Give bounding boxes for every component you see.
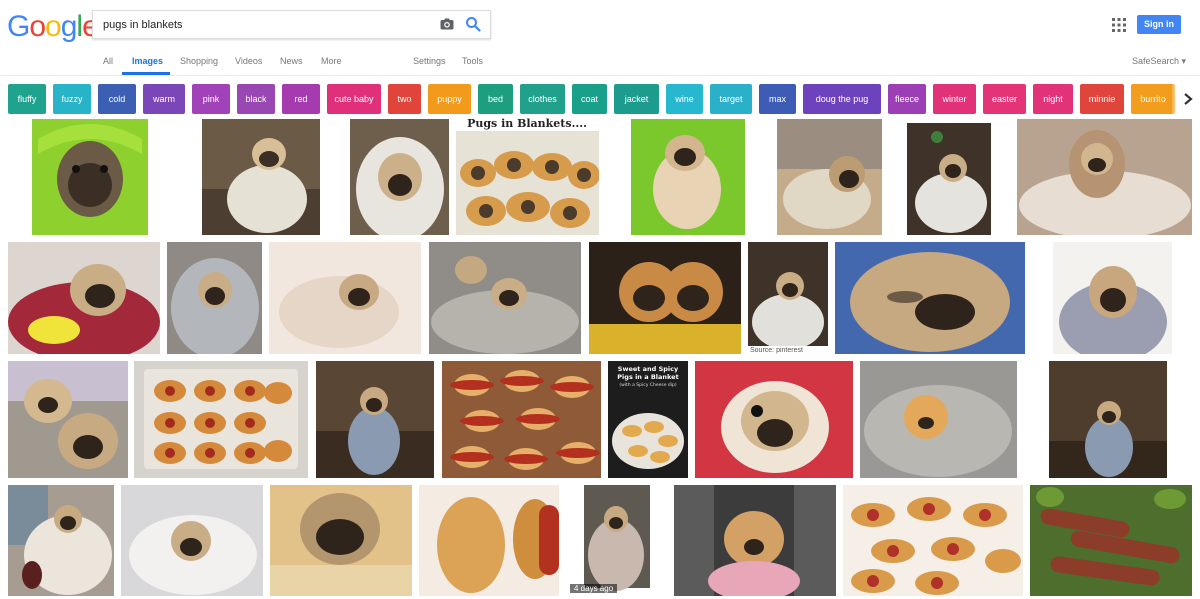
tab-images[interactable]: Images — [132, 56, 163, 66]
chip-fluffy[interactable]: fluffy — [8, 84, 46, 114]
top-header: Google Sign in All Images Shopping Video… — [0, 0, 1200, 76]
svg-text:Sweet and Spicy: Sweet and Spicy — [618, 365, 679, 373]
chip-burrito[interactable]: burrito — [1131, 84, 1175, 114]
chip-two[interactable]: two — [388, 84, 421, 114]
chip-warm[interactable]: warm — [143, 84, 185, 114]
chip-winter[interactable]: winter — [933, 84, 976, 114]
chevron-right-icon — [1184, 93, 1193, 105]
image-result[interactable] — [605, 119, 771, 235]
svg-text:Pugs in Blankets....: Pugs in Blankets.... — [467, 117, 587, 130]
apps-grid-icon[interactable] — [1112, 18, 1126, 32]
search-input[interactable] — [103, 16, 423, 34]
image-result[interactable] — [1017, 119, 1192, 235]
image-results-grid: Pugs in Blankets.... Source: pinterest S… — [0, 115, 1200, 599]
chip-fleece[interactable]: fleece — [888, 84, 926, 114]
image-result[interactable] — [674, 485, 836, 596]
image-result[interactable] — [8, 242, 160, 354]
chips-scroll-right-button[interactable] — [1172, 83, 1200, 115]
camera-icon[interactable] — [439, 16, 455, 32]
active-tab-indicator — [122, 72, 170, 75]
image-result[interactable] — [270, 485, 412, 596]
chip-black[interactable]: black — [237, 84, 275, 114]
tab-settings[interactable]: Settings — [413, 56, 446, 66]
image-result[interactable] — [589, 242, 741, 354]
image-result[interactable] — [1030, 485, 1192, 596]
chip-cute-baby[interactable]: cute baby — [327, 84, 381, 114]
logo-letter: o — [29, 10, 46, 43]
chip-puppy[interactable]: puppy — [428, 84, 471, 114]
chip-cold[interactable]: cold — [98, 84, 136, 114]
image-result[interactable] — [907, 123, 991, 235]
chip-max[interactable]: max — [759, 84, 796, 114]
image-result[interactable] — [442, 361, 601, 478]
image-result[interactable] — [1025, 361, 1192, 478]
image-result[interactable]: 4 days ago — [566, 485, 667, 596]
tab-news[interactable]: News — [280, 56, 303, 66]
image-result[interactable]: Sweet and Spicy Pigs in a Blanket (with a … — [608, 361, 688, 478]
search-tabs: All Images Shopping Videos News More Set… — [0, 50, 1200, 76]
chip-fuzzy[interactable]: fuzzy — [53, 84, 91, 114]
age-label: 4 days ago — [570, 584, 618, 593]
related-search-chips: fluffy fuzzy cold warm pink black red cute baby… — [0, 83, 1200, 115]
tab-videos[interactable]: Videos — [235, 56, 262, 66]
image-result[interactable]: Source: pinterest — [748, 242, 828, 354]
image-caption: Source: pinterest — [750, 347, 803, 354]
image-result[interactable] — [316, 361, 434, 478]
sign-in-button[interactable]: Sign in — [1137, 15, 1181, 34]
tab-shopping[interactable]: Shopping — [180, 56, 218, 66]
logo-letter: g — [60, 10, 78, 43]
chip-jacket[interactable]: jacket — [614, 84, 659, 114]
image-result[interactable] — [8, 119, 171, 235]
image-result[interactable] — [121, 485, 263, 596]
chip-bed[interactable]: bed — [478, 84, 513, 114]
image-result[interactable] — [177, 119, 342, 235]
image-result[interactable] — [269, 242, 421, 354]
image-result[interactable] — [860, 361, 1017, 478]
tab-more[interactable]: More — [321, 56, 342, 66]
image-result[interactable] — [429, 242, 581, 354]
safesearch-dropdown[interactable]: SafeSearch ▾ — [1132, 56, 1186, 67]
chip-coat[interactable]: coat — [572, 84, 607, 114]
chip-target[interactable]: target — [710, 84, 752, 114]
svg-text:Pigs in a Blanket: Pigs in a Blanket — [617, 373, 678, 381]
chip-minnie[interactable]: minnie — [1080, 84, 1124, 114]
image-result[interactable] — [167, 242, 262, 354]
chip-pink[interactable]: pink — [192, 84, 230, 114]
tab-tools[interactable]: Tools — [462, 56, 483, 66]
image-result[interactable] — [777, 119, 882, 235]
search-icon[interactable] — [465, 16, 481, 32]
chip-wine[interactable]: wine — [666, 84, 703, 114]
tab-all[interactable]: All — [103, 56, 113, 66]
image-result[interactable] — [134, 361, 308, 478]
image-result[interactable] — [695, 361, 853, 478]
chip-night[interactable]: night — [1033, 84, 1073, 114]
chip-clothes[interactable]: clothes — [520, 84, 565, 114]
logo-letter: G — [7, 10, 30, 43]
image-result[interactable] — [1033, 242, 1192, 354]
image-result[interactable] — [8, 485, 114, 596]
image-result[interactable]: Pugs in Blankets.... — [456, 115, 599, 235]
image-result[interactable] — [843, 485, 1023, 596]
svg-text:(with a Spicy Cheese dip): (with a Spicy Cheese dip) — [619, 382, 676, 388]
chip-doug-the-pug[interactable]: doug the pug — [803, 84, 881, 114]
chip-easter[interactable]: easter — [983, 84, 1026, 114]
chip-red[interactable]: red — [282, 84, 320, 114]
image-result[interactable] — [8, 361, 128, 478]
google-logo[interactable]: Google — [7, 10, 99, 44]
search-box — [92, 10, 491, 39]
image-result[interactable] — [419, 485, 559, 596]
image-result[interactable] — [835, 242, 1025, 354]
logo-letter: o — [45, 10, 62, 43]
image-result[interactable] — [350, 119, 449, 235]
